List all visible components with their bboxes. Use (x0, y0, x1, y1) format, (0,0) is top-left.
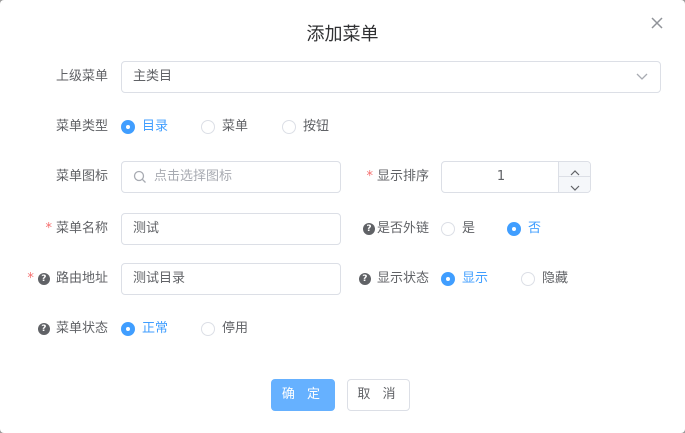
required-asterisk: * (27, 271, 34, 286)
radio-menu-type-menu[interactable]: 菜单 (201, 117, 261, 137)
radio-external-no[interactable]: 否 (507, 219, 557, 239)
radio-status-disabled[interactable]: 停用 (201, 319, 261, 339)
radio-visibility-hide[interactable]: 隐藏 (521, 269, 581, 289)
decrease-button[interactable] (558, 177, 590, 192)
menu-name-label: * 菜单名称 (20, 219, 108, 239)
radio-label: 按钮 (303, 119, 330, 134)
menu-icon-label-text: 菜单图标 (55, 169, 108, 184)
radio-dot (507, 222, 521, 236)
route-path-label-text: 路由地址 (55, 271, 108, 286)
menu-icon-placeholder: 点击选择图标 (154, 169, 233, 184)
display-order-stepper[interactable]: 1 (441, 161, 591, 193)
radio-dot (201, 322, 215, 336)
radio-dot (121, 120, 135, 134)
parent-menu-select[interactable]: 主类目 (121, 61, 661, 93)
required-asterisk: * (366, 169, 373, 184)
cancel-button[interactable]: 取 消 (347, 379, 410, 411)
radio-label: 显示 (462, 271, 489, 286)
menu-type-label: 菜单类型 (20, 117, 108, 137)
radio-label: 正常 (142, 321, 169, 336)
dialog-title: 添加菜单 (306, 24, 379, 45)
menu-name-input[interactable]: 测试 (121, 213, 341, 245)
confirm-button[interactable]: 确 定 (271, 379, 335, 411)
question-icon[interactable]: ? (37, 273, 50, 285)
external-link-label: ? 是否外链 (344, 219, 429, 239)
question-icon[interactable]: ? (362, 223, 375, 235)
display-order-label-text: 显示排序 (376, 169, 429, 184)
menu-type-label-text: 菜单类型 (55, 119, 108, 134)
radio-label: 菜单 (222, 119, 249, 134)
route-path-label: *? 路由地址 (14, 269, 108, 289)
radio-menu-type-directory[interactable]: 目录 (121, 117, 181, 137)
display-order-label: * 显示排序 (355, 167, 429, 187)
radio-label: 否 (528, 221, 542, 236)
radio-status-normal[interactable]: 正常 (121, 319, 181, 339)
radio-menu-type-button[interactable]: 按钮 (282, 117, 342, 137)
display-order-value: 1 (496, 169, 506, 184)
close-icon[interactable] (648, 14, 666, 32)
menu-icon-input[interactable]: 点击选择图标 (121, 161, 341, 193)
chevron-down-icon (570, 185, 579, 191)
radio-external-yes[interactable]: 是 (441, 219, 491, 239)
menu-icon-label: 菜单图标 (20, 167, 108, 187)
radio-visibility-show[interactable]: 显示 (441, 269, 501, 289)
external-link-label-text: 是否外链 (376, 221, 429, 236)
radio-label: 目录 (142, 119, 169, 134)
radio-label: 是 (462, 221, 476, 236)
visibility-label: ? 显示状态 (344, 269, 429, 289)
route-path-value: 测试目录 (133, 271, 186, 286)
radio-dot (201, 120, 215, 134)
radio-dot (441, 272, 455, 286)
visibility-label-text: 显示状态 (376, 271, 429, 286)
question-icon[interactable]: ? (358, 273, 371, 285)
radio-label: 隐藏 (542, 271, 569, 286)
menu-status-label: ? 菜单状态 (20, 319, 108, 339)
add-menu-dialog: 添加菜单 上级菜单 主类目 菜单类型 目录 菜单 按钮 菜单图标 点击选择图标 … (0, 0, 685, 433)
menu-name-label-text: 菜单名称 (55, 221, 108, 236)
parent-menu-label: 上级菜单 (20, 67, 108, 87)
increase-button[interactable] (558, 162, 590, 177)
radio-dot (282, 120, 296, 134)
parent-menu-value: 主类目 (133, 69, 173, 84)
radio-dot (441, 222, 455, 236)
radio-label: 停用 (222, 321, 249, 336)
menu-status-label-text: 菜单状态 (55, 321, 108, 336)
question-icon[interactable]: ? (37, 323, 50, 335)
route-path-input[interactable]: 测试目录 (121, 263, 341, 295)
menu-name-value: 测试 (133, 221, 160, 236)
search-icon (133, 162, 147, 204)
radio-dot (521, 272, 535, 286)
radio-dot (121, 322, 135, 336)
required-asterisk: * (45, 221, 52, 236)
parent-menu-label-text: 上级菜单 (55, 69, 108, 84)
chevron-down-icon (636, 62, 648, 104)
